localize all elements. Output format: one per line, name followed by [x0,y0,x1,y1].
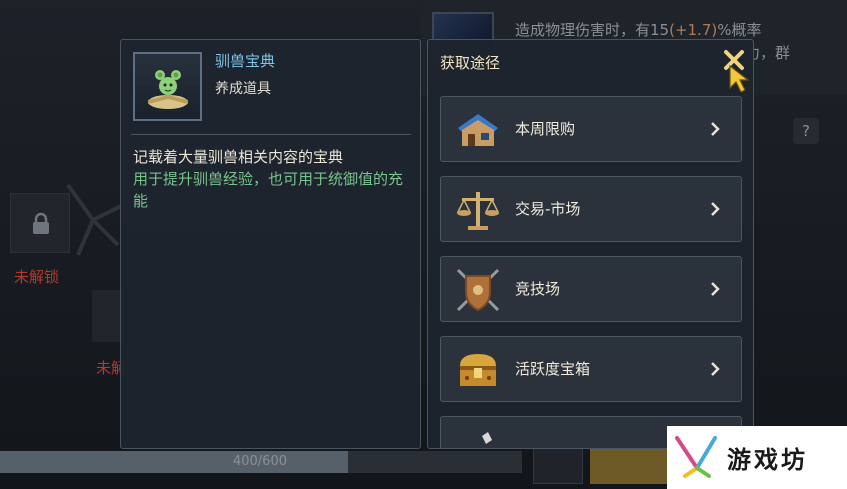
item-icon [482,432,492,444]
chevron-right-icon [711,282,720,296]
logo-icon [675,436,717,478]
source-item-arena[interactable]: 竞技场 [440,256,742,322]
skill-text-suffix: %概率 [717,21,762,39]
chevron-right-icon [711,122,720,136]
lock-icon [33,212,49,234]
item-description: 记载着大量驯兽相关内容的宝典 [133,148,344,166]
source-label: 本周限购 [515,120,576,138]
item-usage: 用于提升驯兽经验，也可用于统御值的充能 [133,170,404,210]
skill-text-prefix: 造成物理伤害时，有15 [515,21,670,39]
source-label: 交易-市场 [515,200,581,218]
experience-progress-bar: 400/600 [0,451,522,473]
acquisition-title: 获取途径 [440,54,501,72]
locked-slot[interactable] [92,290,122,342]
source-item-activity-chest[interactable]: 活跃度宝箱 [440,336,742,402]
beast-book-icon [148,70,188,109]
item-name: 驯兽宝典 [215,52,276,70]
chevron-right-icon [711,202,720,216]
watermark-text: 游戏坊 [727,445,808,474]
scales-icon [456,192,500,230]
chevron-right-icon [711,362,720,376]
item-type: 养成道具 [215,81,271,97]
source-label: 活跃度宝箱 [515,360,591,378]
item-detail-panel: 驯兽宝典 养成道具 记载着大量驯兽相关内容的宝典 用于提升驯兽经验，也可用于统御… [120,39,421,449]
acquisition-panel: 获取途径 本周限购 交易-市场 竞技场 活跃度宝箱 [427,39,754,449]
shield-swords-icon [456,268,500,312]
watermark-logo: 游戏坊 [667,426,847,489]
source-label: 竞技场 [515,280,561,298]
source-item-trade-market[interactable]: 交易-市场 [440,176,742,242]
divider [131,134,411,135]
skill-text-highlight: (+1.7) [669,21,718,39]
shop-house-icon [458,114,498,146]
progress-text: 400/600 [232,454,287,469]
treasure-chest-icon [460,354,496,386]
locked-label: 未解锁 [14,268,60,286]
help-button[interactable]: ? [793,118,819,144]
locked-slot[interactable] [10,193,70,253]
cursor-icon [729,64,750,93]
source-item-weekly-limited[interactable]: 本周限购 [440,96,742,162]
item-icon-frame [133,52,202,121]
